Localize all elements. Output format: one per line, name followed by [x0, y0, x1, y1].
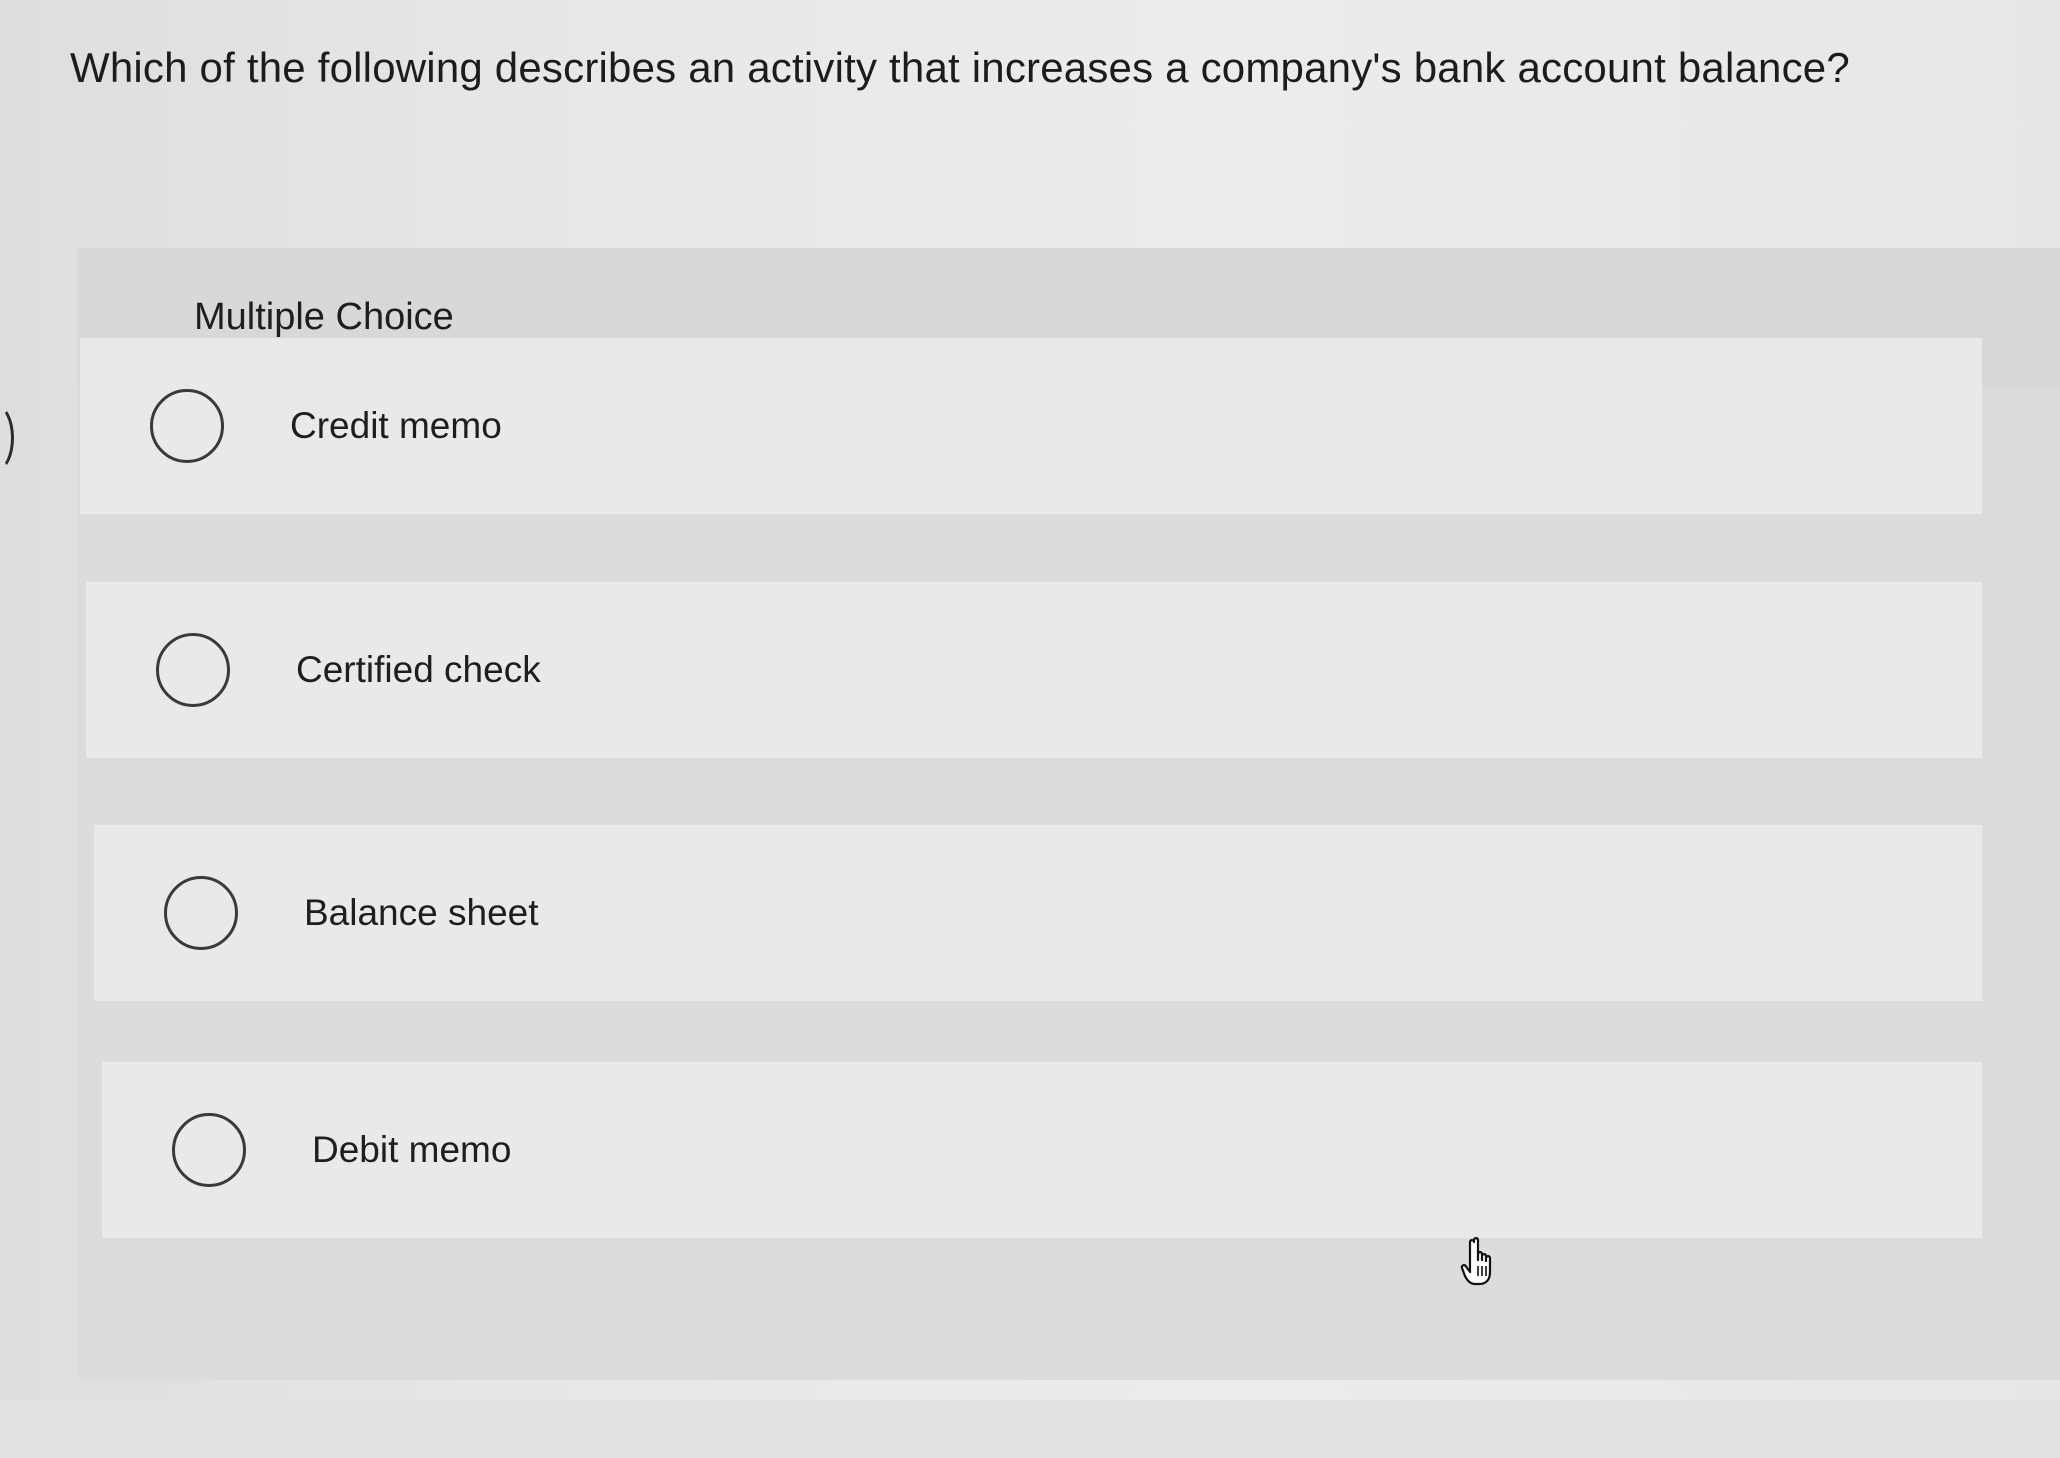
- answer-option-label: Balance sheet: [304, 892, 539, 933]
- answer-option-balance-sheet[interactable]: Balance sheet: [94, 825, 1982, 1001]
- radio-button-icon[interactable]: [164, 876, 238, 950]
- answer-option-credit-memo[interactable]: Credit memo: [80, 338, 1982, 514]
- multiple-choice-label: Multiple Choice: [194, 296, 454, 338]
- answer-option-label: Credit memo: [290, 405, 502, 446]
- page-footer-band: [0, 1400, 2060, 1458]
- radio-button-icon[interactable]: [172, 1113, 246, 1187]
- radio-button-icon[interactable]: [156, 633, 230, 707]
- question-text: Which of the following describes an acti…: [70, 44, 1850, 91]
- radio-button-icon[interactable]: [150, 389, 224, 463]
- partial-edge-control: [0, 404, 14, 472]
- answer-option-label: Debit memo: [312, 1129, 512, 1170]
- answer-option-debit-memo[interactable]: Debit memo: [102, 1062, 1982, 1238]
- quiz-page: Which of the following describes an acti…: [0, 0, 2060, 1458]
- hand-pointer-icon: [1460, 1237, 1492, 1286]
- answer-option-label: Certified check: [296, 649, 541, 690]
- answer-option-certified-check[interactable]: Certified check: [86, 582, 1982, 758]
